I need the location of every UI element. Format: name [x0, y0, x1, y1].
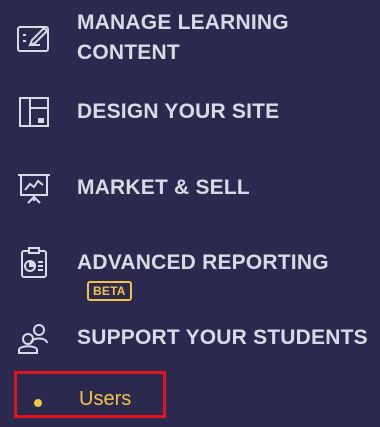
nav-item-label: SUPPORT YOUR STUDENTS — [77, 326, 368, 349]
nav-item-support-your-students[interactable]: SUPPORT YOUR STUDENTS — [0, 318, 380, 358]
nav-item-label-text: ADVANCED REPORTING — [77, 251, 329, 274]
nav-item-advanced-reporting[interactable]: ADVANCED REPORTING BETA — [0, 243, 380, 302]
beta-badge: BETA — [87, 281, 132, 302]
nav-item-label-line2: CONTENT — [77, 41, 180, 64]
layout-icon — [14, 92, 54, 132]
nav-item-label: MARKET & SELL — [77, 176, 250, 199]
nav-item-label-line1: MANAGE LEARNING — [77, 11, 289, 34]
sub-item-users-label[interactable]: Users — [79, 388, 131, 411]
nav-item-label: ADVANCED REPORTING BETA — [77, 248, 380, 308]
bullet-dot-icon — [34, 399, 42, 407]
nav-item-manage-learning-content[interactable]: MANAGE LEARNING CONTENT — [0, 6, 380, 70]
report-icon — [14, 243, 54, 283]
nav-item-market-sell[interactable]: MARKET & SELL — [0, 168, 380, 208]
users-icon — [14, 318, 54, 358]
nav-item-design-your-site[interactable]: DESIGN YOUR SITE — [0, 92, 380, 132]
presentation-chart-icon — [14, 168, 54, 208]
nav-item-label: DESIGN YOUR SITE — [77, 100, 280, 123]
nav-item-label: MANAGE LEARNING CONTENT — [77, 8, 289, 68]
edit-board-icon — [14, 19, 54, 59]
